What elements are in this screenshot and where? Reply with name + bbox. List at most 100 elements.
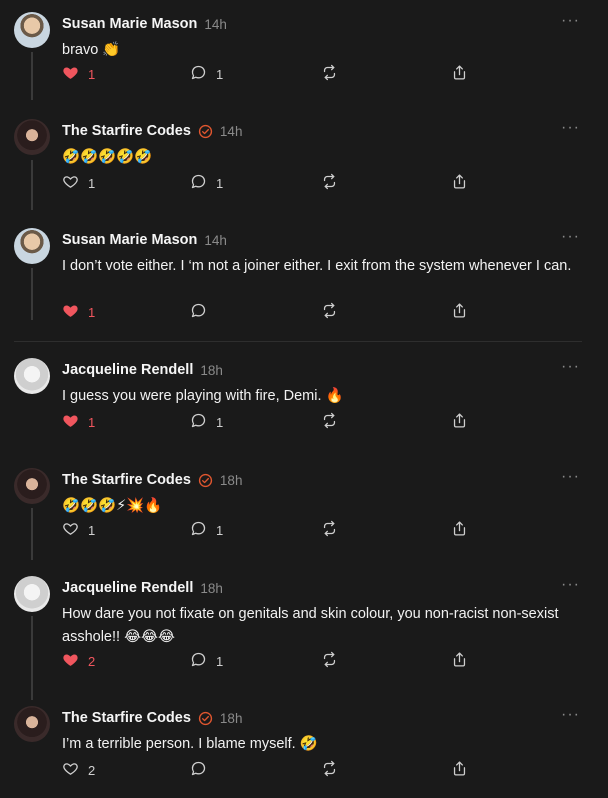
- heart-icon: [62, 760, 79, 780]
- reply-button[interactable]: 1: [190, 173, 223, 193]
- verified-badge-icon: [198, 473, 213, 488]
- reply-count: 1: [216, 522, 224, 538]
- speech-bubble-icon: [190, 64, 207, 84]
- heart-icon: [62, 520, 79, 540]
- thread-line: [31, 508, 33, 560]
- share-icon: [451, 651, 468, 671]
- reply-button[interactable]: 1: [190, 64, 223, 84]
- repost-button[interactable]: [321, 760, 338, 780]
- like-button[interactable]: 1: [62, 173, 95, 193]
- timestamp[interactable]: 18h: [220, 711, 243, 726]
- share-icon: [451, 412, 468, 432]
- share-button[interactable]: [451, 412, 468, 432]
- timestamp[interactable]: 14h: [204, 233, 227, 248]
- share-button[interactable]: [451, 520, 468, 540]
- post-text: I guess you were playing with fire, Demi…: [62, 388, 344, 404]
- thread-line: [31, 52, 33, 100]
- reply-button[interactable]: 1: [190, 651, 223, 671]
- author-name[interactable]: The Starfire Codes: [62, 710, 191, 726]
- post-header: The Starfire Codes 18h: [62, 708, 242, 728]
- divider: [14, 341, 582, 342]
- repost-icon: [321, 520, 338, 540]
- post-text: I’m a terrible person. I blame myself. 🤣: [62, 736, 318, 752]
- repost-button[interactable]: [321, 64, 338, 84]
- like-button[interactable]: 2: [62, 760, 95, 780]
- repost-icon: [321, 173, 338, 193]
- post-text: bravo 👏: [62, 42, 121, 58]
- avatar[interactable]: [14, 358, 50, 394]
- heart-icon: [62, 302, 79, 322]
- more-icon[interactable]: ···: [561, 469, 580, 485]
- reply-button[interactable]: [190, 302, 216, 322]
- post-actions: 2: [62, 760, 482, 780]
- speech-bubble-icon: [190, 760, 207, 780]
- repost-button[interactable]: [321, 412, 338, 432]
- timestamp[interactable]: 14h: [204, 17, 227, 32]
- timestamp[interactable]: 14h: [220, 124, 243, 139]
- verified-badge-icon: [198, 124, 213, 139]
- like-count: 1: [88, 522, 96, 538]
- author-name[interactable]: Susan Marie Mason: [62, 232, 197, 248]
- repost-button[interactable]: [321, 302, 338, 322]
- post-actions: 2 1: [62, 651, 482, 671]
- repost-icon: [321, 412, 338, 432]
- repost-button[interactable]: [321, 651, 338, 671]
- author-name[interactable]: Susan Marie Mason: [62, 16, 197, 32]
- reply-button[interactable]: 1: [190, 412, 223, 432]
- avatar[interactable]: [14, 119, 50, 155]
- post-text: 🤣🤣🤣🤣🤣: [62, 149, 153, 165]
- speech-bubble-icon: [190, 520, 207, 540]
- timestamp[interactable]: 18h: [200, 363, 223, 378]
- verified-badge-icon: [198, 711, 213, 726]
- timestamp[interactable]: 18h: [220, 473, 243, 488]
- post-header: Jacqueline Rendell 18h: [62, 360, 223, 380]
- repost-icon: [321, 302, 338, 322]
- share-button[interactable]: [451, 302, 468, 322]
- avatar[interactable]: [14, 576, 50, 612]
- share-button[interactable]: [451, 173, 468, 193]
- share-button[interactable]: [451, 64, 468, 84]
- author-name[interactable]: Jacqueline Rendell: [62, 362, 193, 378]
- repost-button[interactable]: [321, 520, 338, 540]
- post-text: How dare you not fixate on genitals and …: [62, 606, 559, 645]
- reply-button[interactable]: [190, 760, 216, 780]
- like-button[interactable]: 2: [62, 651, 95, 671]
- more-icon[interactable]: ···: [561, 707, 580, 723]
- like-button[interactable]: 1: [62, 302, 95, 322]
- reply-button[interactable]: 1: [190, 520, 223, 540]
- thread-line: [31, 616, 33, 700]
- like-button[interactable]: 1: [62, 412, 95, 432]
- like-count: 1: [88, 414, 96, 430]
- repost-icon: [321, 651, 338, 671]
- author-name[interactable]: The Starfire Codes: [62, 123, 191, 139]
- speech-bubble-icon: [190, 302, 207, 322]
- like-button[interactable]: 1: [62, 64, 95, 84]
- more-icon[interactable]: ···: [561, 359, 580, 375]
- avatar[interactable]: [14, 706, 50, 742]
- share-icon: [451, 173, 468, 193]
- more-icon[interactable]: ···: [561, 13, 580, 29]
- reply-count: 1: [216, 175, 224, 191]
- more-icon[interactable]: ···: [561, 577, 580, 593]
- avatar[interactable]: [14, 12, 50, 48]
- avatar[interactable]: [14, 228, 50, 264]
- author-name[interactable]: The Starfire Codes: [62, 472, 191, 488]
- like-count: 2: [88, 762, 96, 778]
- repost-button[interactable]: [321, 173, 338, 193]
- share-icon: [451, 520, 468, 540]
- timestamp[interactable]: 18h: [200, 581, 223, 596]
- post-actions: 1 1: [62, 520, 482, 540]
- post-header: Susan Marie Mason 14h: [62, 14, 227, 34]
- avatar[interactable]: [14, 468, 50, 504]
- share-button[interactable]: [451, 651, 468, 671]
- post-actions: 1 1: [62, 412, 482, 432]
- more-icon[interactable]: ···: [561, 229, 580, 245]
- like-button[interactable]: 1: [62, 520, 95, 540]
- author-name[interactable]: Jacqueline Rendell: [62, 580, 193, 596]
- share-button[interactable]: [451, 760, 468, 780]
- post-header: Jacqueline Rendell 18h: [62, 578, 223, 598]
- more-icon[interactable]: ···: [561, 120, 580, 136]
- speech-bubble-icon: [190, 173, 207, 193]
- post-header: The Starfire Codes 18h: [62, 470, 242, 490]
- share-icon: [451, 302, 468, 322]
